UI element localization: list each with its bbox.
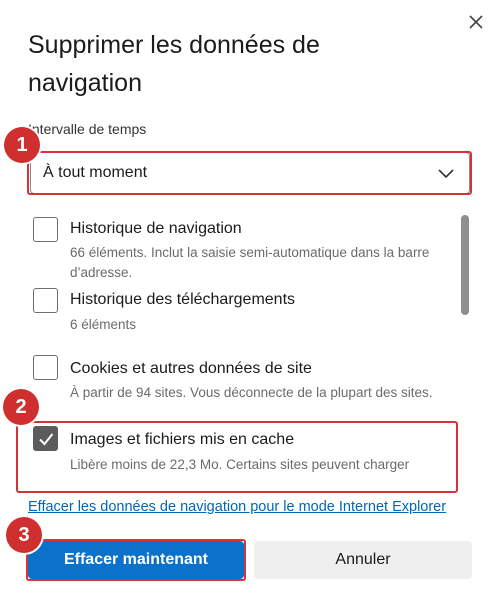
item-description: 66 éléments. Inclut la saisie semi-autom…: [70, 245, 430, 280]
item-title: Historique des téléchargements: [70, 291, 296, 308]
dialog-title: Supprimer les données de navigation: [28, 31, 320, 97]
data-types-list: Historique de navigation 66 éléments. In…: [0, 208, 460, 498]
list-item-browsing-history: Historique de navigation 66 éléments. In…: [0, 208, 460, 288]
cancel-button[interactable]: Annuler: [254, 541, 472, 579]
cookies-checkbox[interactable]: [33, 355, 58, 380]
checkmark-icon: [39, 433, 54, 446]
clear-browsing-data-dialog: Supprimer les données de navigation Inte…: [0, 0, 500, 610]
clear-now-button[interactable]: Effacer maintenant: [28, 541, 244, 579]
scrollbar-thumb[interactable]: [461, 215, 469, 315]
item-description: À partir de 94 sites. Vous déconnecte de…: [70, 385, 433, 400]
list-item-cached-images: Images et fichiers mis en cache Libère m…: [0, 426, 460, 486]
step-badge-1: 1: [4, 127, 40, 163]
item-title: Cookies et autres données de site: [70, 360, 312, 377]
close-button[interactable]: [464, 10, 488, 34]
item-description: Libère moins de 22,3 Mo. Certains sites …: [70, 457, 410, 472]
list-item-cookies: Cookies et autres données de site À part…: [0, 355, 460, 425]
item-title: Images et fichiers mis en cache: [70, 431, 295, 448]
step-badge-2: 2: [3, 389, 39, 425]
browsing-history-checkbox[interactable]: [33, 217, 58, 242]
time-range-value: À tout moment: [43, 164, 148, 181]
download-history-checkbox[interactable]: [33, 288, 58, 313]
time-range-select[interactable]: À tout moment: [30, 152, 470, 194]
ie-mode-clear-link[interactable]: Effacer les données de navigation pour l…: [28, 496, 448, 519]
list-item-download-history: Historique des téléchargements 6 élément…: [0, 288, 460, 348]
cached-images-checkbox[interactable]: [33, 426, 58, 451]
item-title: Historique de navigation: [70, 220, 242, 237]
close-icon: [469, 15, 483, 29]
time-range-label: Intervalle de temps: [28, 121, 147, 137]
step-badge-3: 3: [6, 517, 42, 553]
item-description: 6 éléments: [70, 317, 137, 332]
chevron-down-icon: [438, 169, 454, 179]
